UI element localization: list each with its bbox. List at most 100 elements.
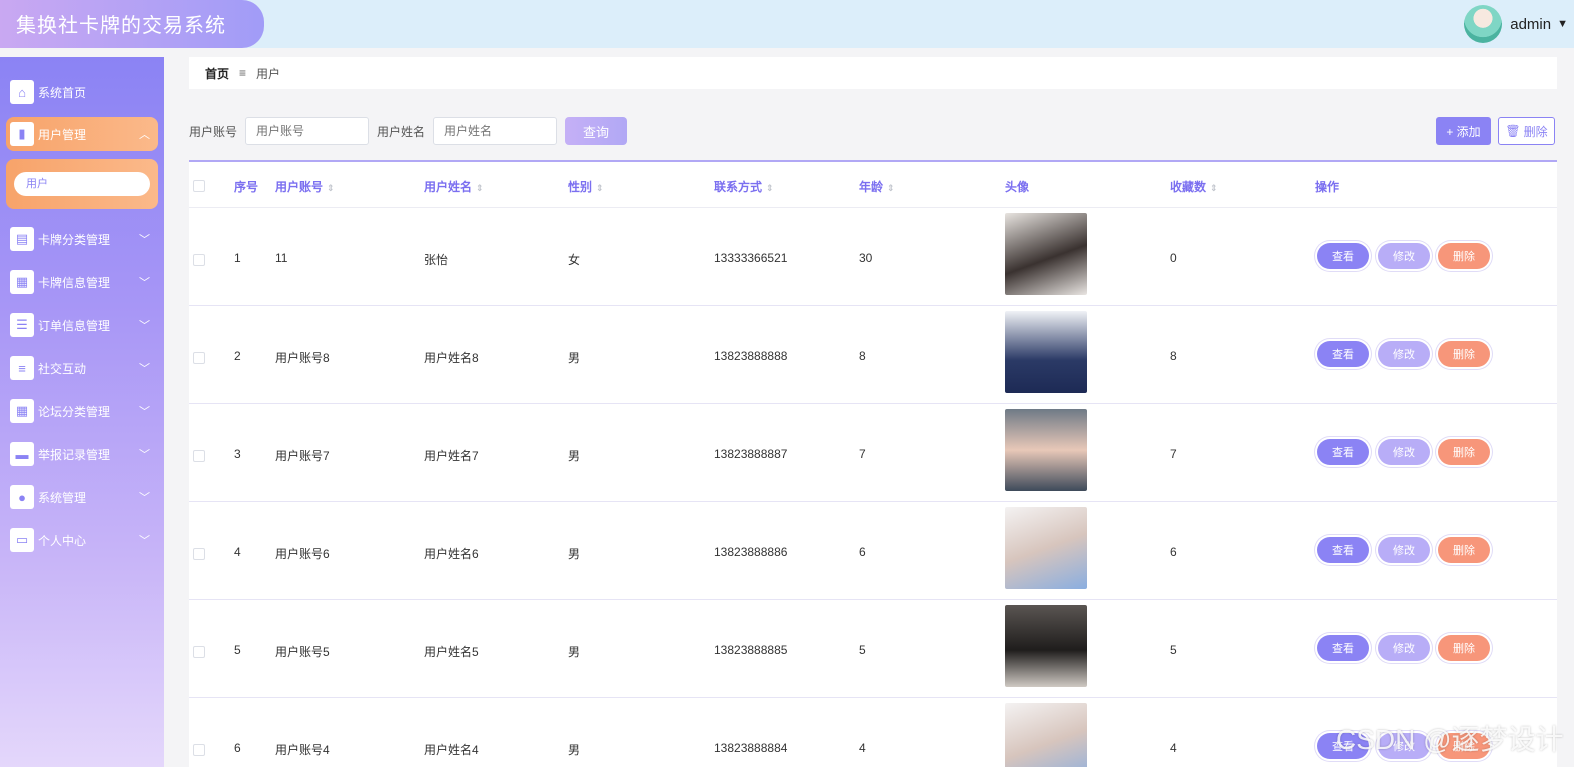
cell-gender: 女 (568, 253, 581, 267)
edit-button[interactable]: 修改 (1378, 341, 1430, 367)
user-menu[interactable]: admin ▼ (1464, 4, 1568, 44)
col-name[interactable]: 用户姓名 ⇕ (424, 178, 484, 195)
sidebar-item-forum-category[interactable]: ▦ 论坛分类管理 ﹀ (6, 394, 158, 428)
view-button[interactable]: 查看 (1317, 243, 1369, 269)
sidebar-item-system[interactable]: ● 系统管理 ﹀ (6, 480, 158, 514)
edit-button[interactable]: 修改 (1378, 439, 1430, 465)
trash-icon: 🗑 (1505, 124, 1521, 138)
cell-account: 用户账号5 (275, 645, 330, 659)
sort-icon[interactable]: ⇕ (596, 183, 604, 193)
cell-name: 用户姓名8 (424, 351, 479, 365)
avatar-photo[interactable] (1005, 605, 1087, 687)
sidebar-item-label: 卡牌信息管理 (38, 275, 111, 290)
row-checkbox[interactable] (193, 744, 205, 756)
batch-delete-button[interactable]: 🗑 删除 (1498, 117, 1555, 145)
top-header: 集换社卡牌的交易系统 admin ▼ (0, 0, 1574, 48)
col-phone-label: 联系方式 (714, 180, 763, 194)
cell-age: 7 (859, 447, 866, 461)
avatar-photo[interactable] (1005, 703, 1087, 767)
select-all-checkbox[interactable] (193, 180, 205, 192)
col-gender[interactable]: 性别 ⇕ (568, 178, 604, 195)
row-checkbox[interactable] (193, 450, 205, 462)
sidebar-item-card-category[interactable]: ▤ 卡牌分类管理 ﹀ (6, 222, 158, 256)
avatar[interactable] (1464, 5, 1503, 43)
breadcrumb-separator-icon: ≡ (239, 66, 247, 80)
cell-name: 用户姓名7 (424, 449, 479, 463)
edit-button[interactable]: 修改 (1378, 635, 1430, 661)
cell-gender: 男 (568, 351, 581, 365)
cell-account: 用户账号4 (275, 743, 330, 757)
chevron-down-icon: ﹀ (139, 492, 150, 504)
col-favorites[interactable]: 收藏数 ⇕ (1170, 178, 1218, 195)
col-age[interactable]: 年龄 ⇕ (859, 178, 895, 195)
avatar-photo[interactable] (1005, 213, 1087, 295)
row-checkbox[interactable] (193, 548, 205, 560)
cell-age: 8 (859, 349, 866, 363)
user-name[interactable]: admin (1510, 16, 1551, 33)
delete-button[interactable]: 删除 (1438, 635, 1490, 661)
sidebar-item-profile[interactable]: ▭ 个人中心 ﹀ (6, 523, 158, 557)
view-button[interactable]: 查看 (1317, 537, 1369, 563)
submenu-users: 用户 (6, 159, 158, 209)
delete-button[interactable]: 删除 (1438, 341, 1490, 367)
grid-icon: ▦ (10, 270, 34, 294)
row-checkbox[interactable] (193, 254, 205, 266)
chevron-down-icon: ﹀ (139, 277, 150, 289)
view-button[interactable]: 查看 (1317, 635, 1369, 661)
sidebar-item-card-info[interactable]: ▦ 卡牌信息管理 ﹀ (6, 265, 158, 299)
cell-favorites: 6 (1170, 545, 1177, 559)
name-search-input[interactable] (433, 117, 558, 145)
cell-phone: 13823888886 (714, 545, 788, 559)
col-index: 序号 (234, 180, 259, 194)
delete-button[interactable]: 删除 (1438, 537, 1490, 563)
cell-index: 6 (234, 741, 241, 755)
edit-button[interactable]: 修改 (1378, 537, 1430, 563)
chat-icon: ▬ (10, 442, 34, 466)
table-header: 序号 用户账号 ⇕ 用户姓名 ⇕ 性别 ⇕ 联系方式 ⇕ 年龄 ⇕ 头像 收藏数 ⇕ 操作 (189, 162, 1557, 208)
cell-gender: 男 (568, 449, 581, 463)
cell-name: 用户姓名5 (424, 645, 479, 659)
row-checkbox[interactable] (193, 352, 205, 364)
add-button[interactable]: + 添加 (1436, 117, 1491, 145)
submenu-item-user[interactable]: 用户 (14, 172, 150, 196)
sidebar-item-orders[interactable]: ☰ 订单信息管理 ﹀ (6, 308, 158, 342)
sort-icon[interactable]: ⇕ (887, 183, 895, 193)
cell-age: 30 (859, 251, 873, 265)
sidebar-item-social[interactable]: ≡ 社交互动 ﹀ (6, 351, 158, 385)
sidebar-item-home[interactable]: ⌂ 系统首页 (6, 75, 158, 109)
caret-down-icon[interactable]: ▼ (1557, 18, 1568, 30)
sort-icon[interactable]: ⇕ (327, 183, 335, 193)
sort-icon[interactable]: ⇕ (1210, 183, 1218, 193)
cell-age: 6 (859, 545, 866, 559)
list-icon: ≡ (10, 356, 34, 380)
col-phone[interactable]: 联系方式 ⇕ (714, 178, 774, 195)
cell-account: 用户账号8 (275, 351, 330, 365)
sidebar-item-reports[interactable]: ▬ 举报记录管理 ﹀ (6, 437, 158, 471)
cell-name: 用户姓名6 (424, 547, 479, 561)
table-row: 4 用户账号6 用户姓名6 男 13823888886 6 6 查看 修改 删除 (189, 502, 1557, 600)
sidebar-item-label: 个人中心 (38, 533, 87, 548)
sidebar-item-users[interactable]: ▮ 用户管理 ︿ (6, 117, 158, 151)
sort-icon[interactable]: ⇕ (766, 183, 774, 193)
account-search-input[interactable] (245, 117, 370, 145)
avatar-photo[interactable] (1005, 409, 1087, 491)
chevron-up-icon: ︿ (139, 129, 150, 141)
account-label: 用户账号 (189, 124, 238, 139)
col-account[interactable]: 用户账号 ⇕ (275, 178, 335, 195)
edit-button[interactable]: 修改 (1378, 243, 1430, 269)
sort-icon[interactable]: ⇕ (476, 183, 484, 193)
delete-button[interactable]: 删除 (1438, 243, 1490, 269)
search-bar: 用户账号 用户姓名 查询 (189, 117, 628, 145)
breadcrumb-home[interactable]: 首页 (205, 65, 229, 82)
cell-account: 用户账号7 (275, 449, 330, 463)
cell-phone: 13333366521 (714, 251, 788, 265)
delete-button[interactable]: 删除 (1438, 439, 1490, 465)
query-button[interactable]: 查询 (565, 117, 628, 145)
row-checkbox[interactable] (193, 646, 205, 658)
user-table: 序号 用户账号 ⇕ 用户姓名 ⇕ 性别 ⇕ 联系方式 ⇕ 年龄 ⇕ 头像 收藏数 ⇕ 操作 … (189, 160, 1557, 767)
view-button[interactable]: 查看 (1317, 439, 1369, 465)
avatar-photo[interactable] (1005, 311, 1087, 393)
view-button[interactable]: 查看 (1317, 341, 1369, 367)
avatar-photo[interactable] (1005, 507, 1087, 589)
cell-favorites: 8 (1170, 349, 1177, 363)
